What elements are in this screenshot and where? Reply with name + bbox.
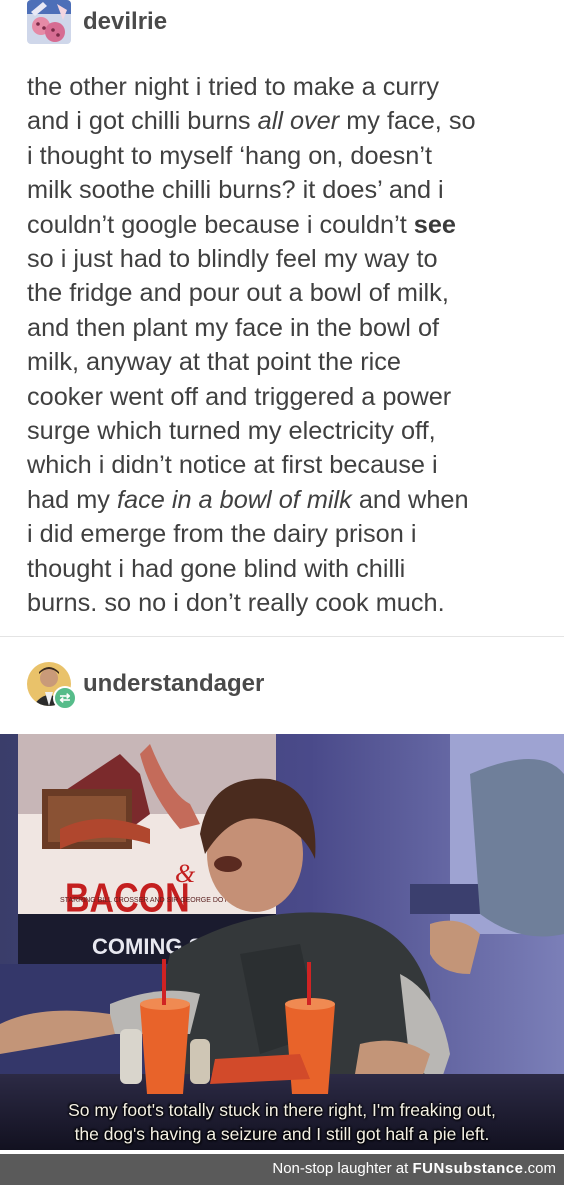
devilrie-avatar[interactable] xyxy=(27,0,71,44)
post-header-devilrie: devilrie xyxy=(27,0,167,44)
subtitle-line-2: the dog's having a seizure and I still g… xyxy=(74,1124,490,1144)
text-line: cooker went off and triggered a power xyxy=(27,382,452,411)
reblogged-image: BACON & STARRING BILL CROSSER AND SIR GE… xyxy=(0,734,564,1150)
text-span: and i got chilli burns xyxy=(27,107,258,136)
reblog-icon: ⇄ xyxy=(53,686,77,710)
text-line: the other night i tried to make a curry xyxy=(27,73,439,101)
username-devilrie[interactable]: devilrie xyxy=(83,8,167,36)
text-span: my face, so xyxy=(339,107,476,136)
text-line: milk, anyway at that point the rice xyxy=(27,348,402,377)
text-line: couldn’t google because i couldn’t see xyxy=(27,208,547,242)
text-line: and i got chilli burns all over my face,… xyxy=(27,104,547,138)
text-line: i thought to myself ‘hang on, doesn’t xyxy=(27,141,433,170)
text-line: had my face in a bowl of milk and when xyxy=(27,483,547,517)
watermark-suffix: .com xyxy=(523,1160,556,1177)
text-line: milk soothe chilli burns? it does’ and i xyxy=(27,176,444,205)
emphasis-text: face in a bowl of milk xyxy=(116,485,352,514)
watermark-prefix: Non-stop laughter at xyxy=(272,1160,413,1177)
watermark-brand: FUNsubstance xyxy=(412,1160,524,1177)
text-line: and then plant my face in the bowl of xyxy=(27,313,440,342)
post-divider xyxy=(0,636,564,637)
bold-text: see xyxy=(413,210,456,239)
text-line: the fridge and pour out a bowl of milk, xyxy=(27,279,449,308)
site-watermark[interactable]: Non-stop laughter at FUNsubstance.com xyxy=(272,1157,556,1181)
username-understandager[interactable]: understandager xyxy=(83,670,264,698)
text-span: had my xyxy=(27,485,117,514)
subtitle-line-1: So my foot's totally stuck in there righ… xyxy=(68,1100,496,1120)
text-span: and when xyxy=(351,485,469,514)
post-header-understandager: ⇄ understandager xyxy=(27,662,264,710)
text-line: i did emerge from the dairy prison i xyxy=(27,520,417,549)
poster-small-text: STARRING BILL CROSSER AND SIR GEORGE DOT… xyxy=(60,897,233,904)
emphasis-text: all over xyxy=(257,107,340,136)
post-body-devilrie: the other night i tried to make a curry … xyxy=(27,70,547,621)
text-line: surge which turned my electricity off, xyxy=(27,417,436,446)
text-span: couldn’t google because i couldn’t xyxy=(27,210,414,239)
text-line: so i just had to blindly feel my way to xyxy=(27,245,438,274)
text-line: burns. so no i don’t really cook much. xyxy=(27,589,445,618)
text-line: thought i had gone blind with chilli xyxy=(27,554,406,583)
scene-illustration: BACON & STARRING BILL CROSSER AND SIR GE… xyxy=(0,734,564,1150)
avatar-art xyxy=(27,0,71,44)
avatar-wrapper: ⇄ xyxy=(27,662,77,710)
text-line: which i didn’t notice at first because i xyxy=(27,451,438,480)
poster-ampersand: & xyxy=(175,859,196,888)
